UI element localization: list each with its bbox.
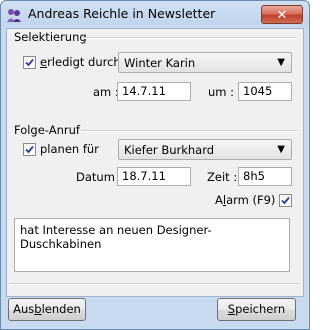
datum-field[interactable]: 18.7.11 xyxy=(117,167,191,186)
title-bar[interactable]: Andreas Reichle in Newsletter ✕ xyxy=(1,1,309,29)
checkmark-icon xyxy=(25,145,34,154)
zeit-field[interactable]: 8h5 xyxy=(238,167,292,186)
hide-button[interactable]: Ausblenden xyxy=(8,298,86,321)
planen-user-value: Kiefer Burkhard xyxy=(124,143,215,157)
window-title: Andreas Reichle in Newsletter xyxy=(28,6,216,21)
alarm-label[interactable]: Alarm (F9) xyxy=(215,193,275,207)
erledigt-label[interactable]: erledigt durch xyxy=(40,55,121,69)
separator xyxy=(81,130,297,132)
checkmark-icon xyxy=(281,196,290,205)
close-icon: ✕ xyxy=(276,8,288,23)
dialog-window: Andreas Reichle in Newsletter ✕ Selektie… xyxy=(0,0,310,330)
dialog-client-area: Selektierung erledigt durch Winter Karin… xyxy=(6,28,304,297)
save-button[interactable]: Speichern xyxy=(217,298,296,321)
planen-user-select[interactable]: Kiefer Burkhard ▼ xyxy=(118,139,292,160)
planen-checkbox[interactable] xyxy=(23,143,36,156)
erledigt-user-value: Winter Karin xyxy=(124,56,196,70)
section-label-selektierung: Selektierung xyxy=(14,30,87,44)
app-icon xyxy=(7,9,21,22)
alarm-checkbox[interactable] xyxy=(279,194,292,207)
separator xyxy=(82,37,297,39)
separator xyxy=(9,283,299,285)
datum-label: Datum : xyxy=(76,170,123,184)
checkmark-icon xyxy=(25,58,34,67)
section-label-folge-anruf: Folge-Anruf xyxy=(14,123,80,137)
am-label: am : xyxy=(93,85,119,99)
close-button[interactable]: ✕ xyxy=(261,5,303,24)
zeit-label: Zeit : xyxy=(207,170,238,184)
um-time-field[interactable]: 1045 xyxy=(238,82,292,101)
am-date-field[interactable]: 14.7.11 xyxy=(117,82,191,101)
planen-label[interactable]: planen für xyxy=(40,142,99,156)
erledigt-checkbox[interactable] xyxy=(23,56,36,69)
erledigt-user-select[interactable]: Winter Karin ▼ xyxy=(118,52,292,73)
chevron-down-icon: ▼ xyxy=(277,57,285,68)
chevron-down-icon: ▼ xyxy=(277,144,285,155)
um-label: um : xyxy=(208,85,235,99)
note-textarea[interactable]: hat Interesse an neuen Designer-Duschkab… xyxy=(14,218,290,272)
